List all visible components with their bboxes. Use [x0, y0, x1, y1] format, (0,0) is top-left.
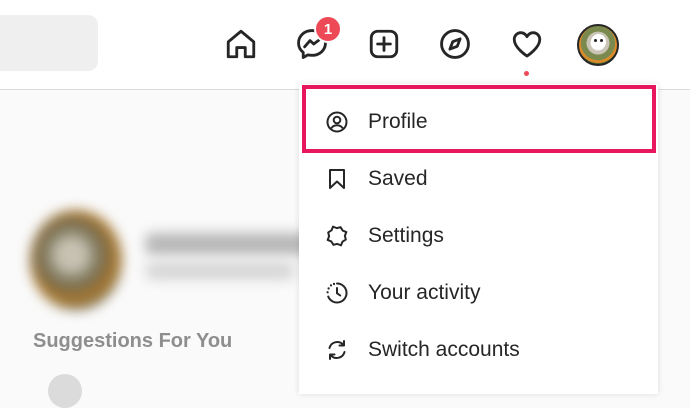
blurred-user-fullname	[145, 262, 295, 280]
settings-gear-icon	[324, 223, 350, 249]
blurred-username	[145, 233, 315, 255]
blurred-user-avatar	[30, 210, 122, 310]
top-navigation-bar: 1	[0, 0, 690, 90]
profile-icon	[324, 109, 350, 135]
menu-item-label: Saved	[368, 167, 428, 190]
activity-indicator-dot	[524, 71, 529, 76]
new-post-icon[interactable]	[366, 26, 402, 62]
menu-item-switch-accounts[interactable]: Switch accounts	[299, 322, 658, 378]
menu-item-label: Profile	[368, 110, 428, 133]
menu-item-profile[interactable]: Profile	[299, 94, 658, 150]
activity-clock-icon	[324, 280, 350, 306]
search-input[interactable]	[0, 15, 98, 71]
menu-item-settings[interactable]: Settings	[299, 208, 658, 264]
home-icon[interactable]	[223, 26, 259, 62]
bookmark-icon	[324, 166, 350, 192]
messages-badge: 1	[314, 15, 342, 43]
menu-item-your-activity[interactable]: Your activity	[299, 265, 658, 321]
profile-avatar[interactable]	[577, 24, 619, 66]
explore-icon[interactable]	[437, 26, 473, 62]
menu-item-label: Settings	[368, 224, 444, 247]
suggestion-avatar[interactable]	[48, 374, 82, 408]
suggestions-heading: Suggestions For You	[33, 330, 233, 352]
activity-heart-icon[interactable]	[509, 26, 545, 62]
menu-item-label: Your activity	[368, 281, 481, 304]
menu-item-label: Switch accounts	[368, 338, 520, 361]
switch-accounts-icon	[324, 337, 350, 363]
menu-item-saved[interactable]: Saved	[299, 151, 658, 207]
avatar-dog-image	[591, 34, 606, 49]
profile-dropdown-menu: Profile Saved Settings Your activity Swi…	[299, 84, 658, 394]
